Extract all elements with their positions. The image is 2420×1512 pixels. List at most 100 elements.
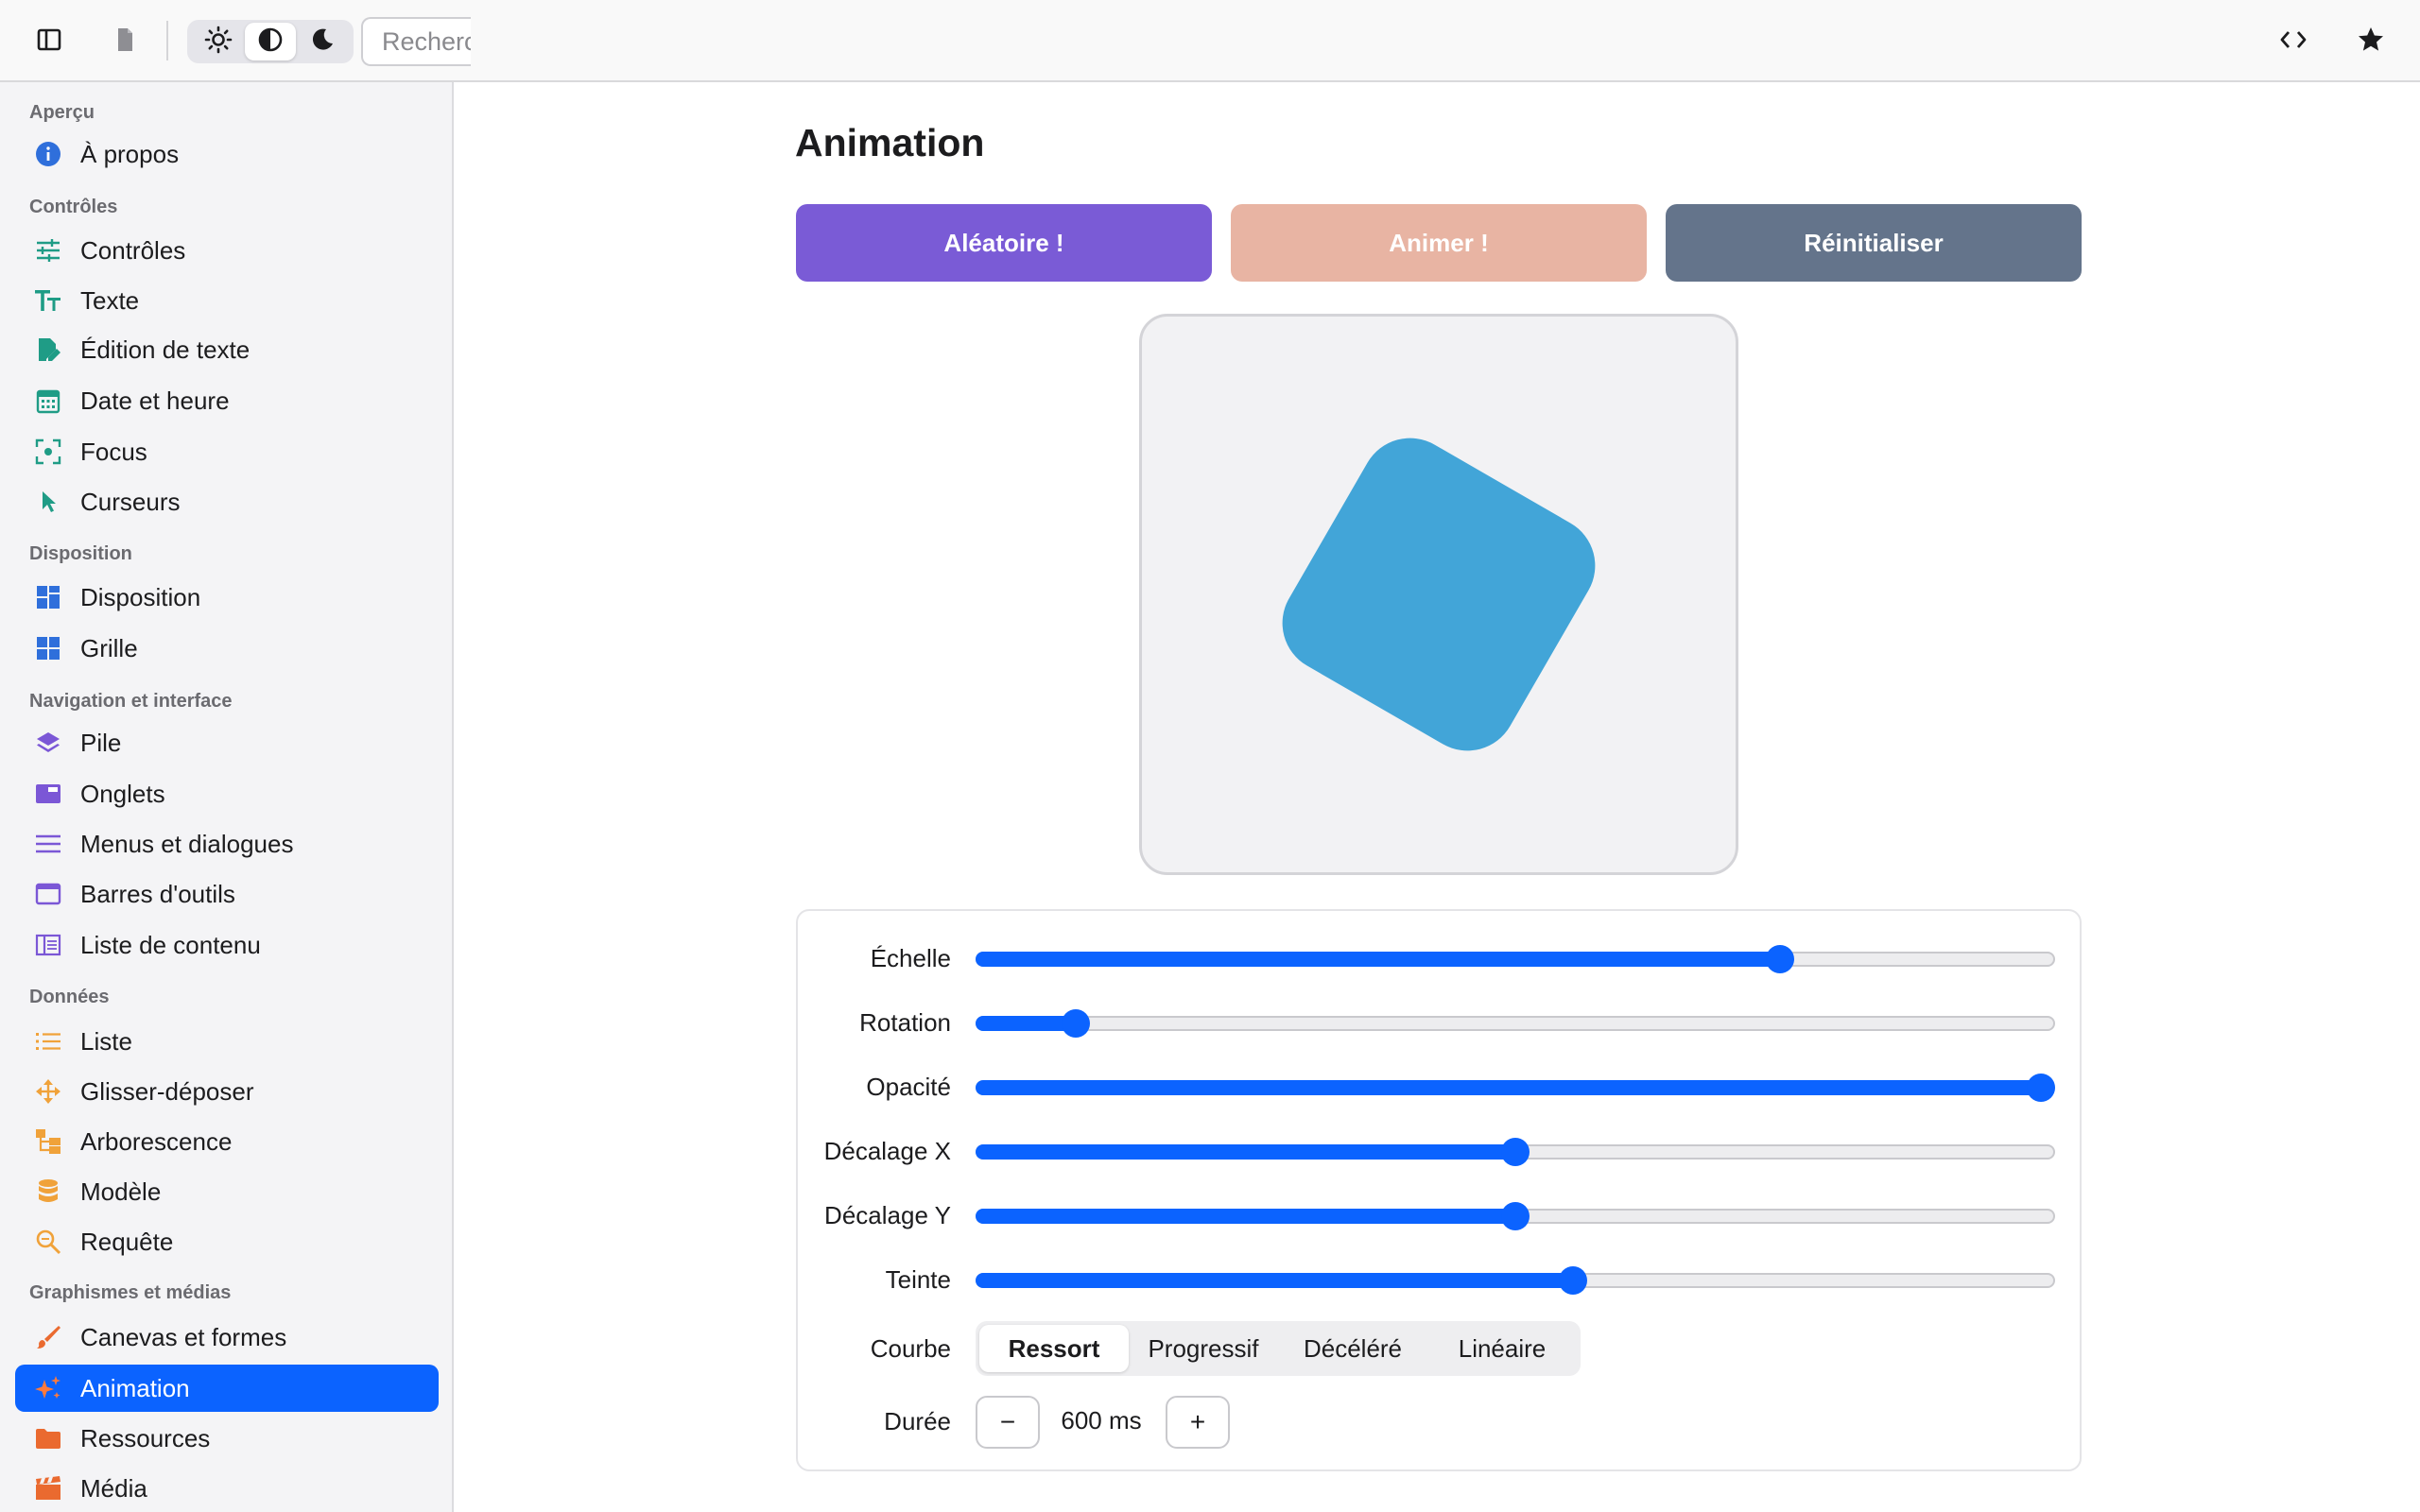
sidebar-item-label: Requête <box>80 1227 174 1256</box>
sidebar-item-ressources[interactable]: Ressources <box>15 1415 439 1462</box>
sidebar-item-label: Canevas et formes <box>80 1322 287 1351</box>
sidebar-item-menus-et-dialogues[interactable]: Menus et dialogues <box>15 820 439 868</box>
sidebar-item-label: Glisser-déposer <box>80 1076 254 1106</box>
brush-icon <box>34 1323 62 1351</box>
database-icon <box>34 1177 62 1206</box>
sidebar: Aperçu À propos Contrôles Contrôles Text… <box>0 82 454 1512</box>
page-title: Animation <box>795 121 985 164</box>
sidebar-item-texte[interactable]: Texte <box>15 277 439 324</box>
duration-increment-button[interactable]: + <box>1166 1396 1230 1449</box>
sidebar-item-label: À propos <box>80 139 180 168</box>
sidebar-item-label: Menus et dialogues <box>80 829 294 858</box>
sidebar-item-label: Pile <box>80 728 122 757</box>
sidebar-item-label: Date et heure <box>80 386 230 415</box>
tabs-icon <box>34 780 62 808</box>
scale-slider[interactable] <box>976 945 2055 973</box>
sidebar-item-barres-d-outils[interactable]: Barres d'outils <box>15 870 439 918</box>
slider-thumb[interactable] <box>1558 1266 1587 1295</box>
sidebar-item-media[interactable]: Média <box>15 1465 439 1512</box>
curve-option-decelere[interactable]: Décéléré <box>1278 1325 1427 1372</box>
sidebar-item-date-et-heure[interactable]: Date et heure <box>15 377 439 424</box>
document-button[interactable] <box>96 21 153 62</box>
code-button[interactable] <box>2265 21 2322 62</box>
light-theme-button[interactable] <box>193 23 244 60</box>
rotation-label: Rotation <box>859 1008 951 1037</box>
clapper-icon <box>34 1474 62 1503</box>
dark-theme-button[interactable] <box>297 23 348 60</box>
moon-icon <box>309 26 336 58</box>
slider-fill <box>976 1273 1573 1288</box>
rotation-slider[interactable] <box>976 1009 2055 1038</box>
sidebar-item-modele[interactable]: Modèle <box>15 1168 439 1215</box>
sidebar-item-label: Onglets <box>80 779 165 808</box>
sidebar-item-grille[interactable]: Grille <box>15 625 439 672</box>
sliders-icon <box>34 236 62 265</box>
sidebar-item-canevas-et-formes[interactable]: Canevas et formes <box>15 1314 439 1361</box>
sidebar-item-label: Grille <box>80 633 138 662</box>
offset-x-slider[interactable] <box>976 1138 2055 1166</box>
offset-y-slider[interactable] <box>976 1202 2055 1230</box>
slider-thumb[interactable] <box>1501 1202 1530 1230</box>
auto-theme-button[interactable] <box>245 23 296 60</box>
slider-thumb[interactable] <box>1765 945 1794 973</box>
menu-lines-icon <box>34 830 62 858</box>
random-button[interactable]: Aléatoire ! <box>796 204 1212 282</box>
slider-thumb[interactable] <box>1501 1138 1530 1166</box>
sidebar-item-curseurs[interactable]: Curseurs <box>15 478 439 525</box>
sidebar-item-label: Ressources <box>80 1423 211 1452</box>
search-field[interactable] <box>361 17 471 66</box>
sidebar-item-focus[interactable]: Focus <box>15 428 439 475</box>
document-icon <box>113 26 136 58</box>
sidebar-item-label: Curseurs <box>80 487 181 516</box>
sidebar-item-label: Animation <box>80 1373 190 1402</box>
window-icon <box>34 880 62 908</box>
sidebar-item-arborescence[interactable]: Arborescence <box>15 1118 439 1165</box>
tree-icon <box>34 1127 62 1156</box>
sidebar-item-pile[interactable]: Pile <box>15 719 439 766</box>
duration-label: Durée <box>884 1407 951 1435</box>
curve-option-lineaire[interactable]: Linéaire <box>1427 1325 1577 1372</box>
sidebar-item-liste[interactable]: Liste <box>15 1018 439 1065</box>
grid-icon <box>34 634 62 662</box>
curve-label: Courbe <box>870 1334 951 1363</box>
favorite-button[interactable] <box>2342 21 2399 62</box>
sidebar-toggle-button[interactable] <box>21 21 78 62</box>
star-icon <box>2357 26 2385 59</box>
sidebar-section-title: Données <box>29 987 110 1007</box>
sidebar-section-title: Contrôles <box>29 197 118 217</box>
curve-option-progressif[interactable]: Progressif <box>1129 1325 1278 1372</box>
slider-track <box>976 1016 2055 1031</box>
curve-segmented-control: Ressort Progressif Décéléré Linéaire <box>976 1321 1581 1376</box>
folder-icon <box>34 1424 62 1452</box>
sidebar-item-animation[interactable]: Animation <box>15 1365 439 1412</box>
duration-decrement-button[interactable]: − <box>976 1396 1040 1449</box>
slider-fill <box>976 1080 2041 1095</box>
hue-label: Teinte <box>885 1265 951 1294</box>
sidebar-item-liste-de-contenu[interactable]: Liste de contenu <box>15 921 439 969</box>
slider-thumb[interactable] <box>2027 1074 2055 1102</box>
sidebar-item-glisser-deposer[interactable]: Glisser-déposer <box>15 1068 439 1115</box>
sparkles-icon <box>34 1374 62 1402</box>
sidebar-item-controles[interactable]: Contrôles <box>15 227 439 274</box>
animated-shape <box>1264 420 1614 769</box>
sidebar-item-onglets[interactable]: Onglets <box>15 770 439 817</box>
layout-icon <box>34 583 62 611</box>
focus-icon <box>34 438 62 466</box>
curve-option-ressort[interactable]: Ressort <box>979 1325 1129 1372</box>
edit-document-icon <box>34 335 62 364</box>
offset-x-label: Décalage X <box>823 1137 951 1165</box>
reset-button[interactable]: Réinitialiser <box>1666 204 2082 282</box>
animate-button[interactable]: Animer ! <box>1231 204 1647 282</box>
controls-panel <box>796 909 2082 1471</box>
sidebar-item-label: Modèle <box>80 1177 162 1206</box>
slider-thumb[interactable] <box>1062 1009 1091 1038</box>
opacity-slider[interactable] <box>976 1074 2055 1102</box>
sidebar-item-edition-de-texte[interactable]: Édition de texte <box>15 326 439 373</box>
search-input[interactable] <box>363 19 471 64</box>
sidebar-item-requete[interactable]: Requête <box>15 1218 439 1265</box>
sidebar-item-disposition[interactable]: Disposition <box>15 574 439 621</box>
sidebar-item-label: Édition de texte <box>80 335 251 364</box>
text-size-icon <box>34 286 62 315</box>
sidebar-item-a-propos[interactable]: À propos <box>15 130 439 178</box>
hue-slider[interactable] <box>976 1266 2055 1295</box>
